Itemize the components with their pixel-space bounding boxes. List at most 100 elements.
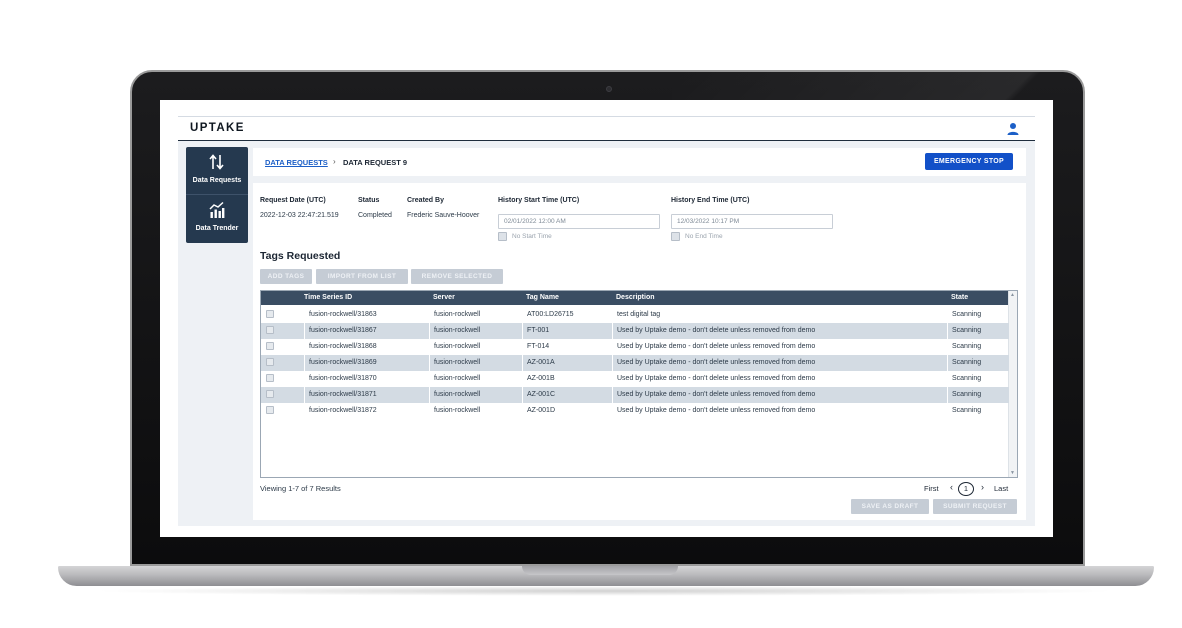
request-details-card: Request Date (UTC) 2022-12-03 22:47:21.5… bbox=[253, 183, 1026, 520]
cell-description: Used by Uptake demo - don't delete unles… bbox=[612, 403, 815, 419]
cell-description: Used by Uptake demo - don't delete unles… bbox=[612, 355, 815, 371]
row-checkbox[interactable] bbox=[266, 310, 274, 318]
laptop-base-notch bbox=[522, 566, 678, 575]
column-header-state[interactable]: State bbox=[951, 294, 968, 301]
request-date-value: 2022-12-03 22:47:21.519 bbox=[260, 212, 339, 219]
cell-state: Scanning bbox=[947, 355, 981, 371]
cell-description: Used by Uptake demo - don't delete unles… bbox=[612, 371, 815, 387]
cell-time-series-id: fusion-rockwell/31863 bbox=[304, 307, 377, 323]
table-row[interactable]: fusion-rockwell/31867 fusion-rockwell FT-0… bbox=[261, 323, 1009, 339]
remove-selected-button[interactable]: REMOVE SELECTED bbox=[411, 269, 503, 284]
cell-server: fusion-rockwell bbox=[429, 307, 480, 323]
request-date-label: Request Date (UTC) bbox=[260, 197, 326, 204]
column-header-server[interactable]: Server bbox=[433, 294, 455, 301]
table-row[interactable]: fusion-rockwell/31868 fusion-rockwell FT-0… bbox=[261, 339, 1009, 355]
emergency-stop-button[interactable]: EMERGENCY STOP bbox=[925, 153, 1013, 170]
chart-trend-icon bbox=[209, 201, 225, 218]
cell-server: fusion-rockwell bbox=[429, 323, 480, 339]
import-from-list-button[interactable]: IMPORT FROM LIST bbox=[316, 269, 408, 284]
row-checkbox[interactable] bbox=[266, 374, 274, 382]
table-row[interactable]: fusion-rockwell/31871 fusion-rockwell AZ-0… bbox=[261, 387, 1009, 403]
cell-time-series-id: fusion-rockwell/31869 bbox=[304, 355, 377, 371]
save-as-draft-button[interactable]: SAVE AS DRAFT bbox=[851, 499, 929, 514]
arrows-up-down-icon bbox=[209, 154, 224, 170]
row-checkbox[interactable] bbox=[266, 326, 274, 334]
sidebar-item-data-requests[interactable]: Data Requests bbox=[186, 147, 248, 195]
cell-server: fusion-rockwell bbox=[429, 371, 480, 387]
cell-server: fusion-rockwell bbox=[429, 339, 480, 355]
table-header: Time Series ID Server Tag Name Descripti… bbox=[261, 291, 1009, 305]
cell-tag-name: AZ-001C bbox=[522, 387, 555, 403]
table-scrollbar[interactable]: ▲ ▼ bbox=[1008, 291, 1017, 477]
cell-tag-name: AT00:LD26715 bbox=[522, 307, 574, 323]
row-checkbox[interactable] bbox=[266, 358, 274, 366]
breadcrumb-link-data-requests[interactable]: DATA REQUESTS bbox=[265, 158, 328, 167]
created-by-value: Frederic Sauve-Hoover bbox=[407, 212, 480, 219]
tags-table: Time Series ID Server Tag Name Descripti… bbox=[260, 290, 1018, 478]
cell-server: fusion-rockwell bbox=[429, 355, 480, 371]
row-checkbox[interactable] bbox=[266, 406, 274, 414]
cell-description: Used by Uptake demo - don't delete unles… bbox=[612, 387, 815, 403]
laptop-shadow bbox=[90, 586, 1120, 596]
cell-description: Used by Uptake demo - don't delete unles… bbox=[612, 323, 815, 339]
column-header-tag-name[interactable]: Tag Name bbox=[526, 294, 559, 301]
table-row[interactable]: fusion-rockwell/31869 fusion-rockwell AZ-0… bbox=[261, 355, 1009, 371]
cell-tag-name: AZ-001D bbox=[522, 403, 555, 419]
cell-description: Used by Uptake demo - don't delete unles… bbox=[612, 339, 815, 355]
row-checkbox[interactable] bbox=[266, 390, 274, 398]
user-icon[interactable] bbox=[1006, 122, 1020, 136]
table-row[interactable]: fusion-rockwell/31870 fusion-rockwell AZ-0… bbox=[261, 371, 1009, 387]
status-value: Completed bbox=[358, 212, 392, 219]
chevron-right-icon[interactable]: › bbox=[981, 482, 984, 492]
cell-description: test digital tag bbox=[612, 307, 660, 323]
history-end-label: History End Time (UTC) bbox=[671, 197, 750, 204]
page-title: DATA REQUEST 9 bbox=[343, 158, 408, 167]
pagination-last[interactable]: Last bbox=[994, 484, 1008, 493]
sidebar-item-label: Data Requests bbox=[192, 177, 242, 184]
cell-state: Scanning bbox=[947, 339, 981, 355]
scroll-down-arrow-icon[interactable]: ▼ bbox=[1010, 470, 1015, 476]
cell-tag-name: AZ-001B bbox=[522, 371, 555, 387]
history-end-input[interactable]: 12/03/2022 10:17 PM bbox=[671, 214, 833, 229]
pagination-page-current[interactable]: 1 bbox=[958, 482, 974, 496]
row-checkbox[interactable] bbox=[266, 342, 274, 350]
column-header-description[interactable]: Description bbox=[616, 294, 655, 301]
scroll-up-arrow-icon[interactable]: ▲ bbox=[1010, 292, 1015, 298]
breadcrumb: DATA REQUESTS › DATA REQUEST 9 EMERGENCY… bbox=[253, 148, 1026, 176]
cell-time-series-id: fusion-rockwell/31871 bbox=[304, 387, 377, 403]
cell-state: Scanning bbox=[947, 403, 981, 419]
no-start-time-checkbox[interactable] bbox=[498, 232, 507, 241]
sidebar-item-label: Data Trender bbox=[195, 225, 239, 232]
cell-state: Scanning bbox=[947, 307, 981, 323]
no-end-time-checkbox[interactable] bbox=[671, 232, 680, 241]
created-by-label: Created By bbox=[407, 197, 444, 204]
no-end-time-label: No End Time bbox=[685, 233, 723, 240]
status-label: Status bbox=[358, 197, 380, 204]
no-start-time-label: No Start Time bbox=[512, 233, 552, 240]
cell-tag-name: FT-001 bbox=[522, 323, 549, 339]
chevron-left-icon[interactable]: ‹ bbox=[950, 482, 953, 492]
uptake-logo: UPTAKE bbox=[190, 122, 245, 134]
pagination-first[interactable]: First bbox=[924, 484, 939, 493]
table-row[interactable]: fusion-rockwell/31872 fusion-rockwell AZ-0… bbox=[261, 403, 1009, 419]
cell-time-series-id: fusion-rockwell/31868 bbox=[304, 339, 377, 355]
results-count: Viewing 1-7 of 7 Results bbox=[260, 484, 341, 493]
cell-time-series-id: fusion-rockwell/31870 bbox=[304, 371, 377, 387]
chevron-right-icon: › bbox=[333, 157, 336, 166]
cell-server: fusion-rockwell bbox=[429, 403, 480, 419]
history-start-input[interactable]: 02/01/2022 12:00 AM bbox=[498, 214, 660, 229]
cell-state: Scanning bbox=[947, 387, 981, 403]
cell-server: fusion-rockwell bbox=[429, 387, 480, 403]
cell-tag-name: AZ-001A bbox=[522, 355, 555, 371]
column-header-time-series-id[interactable]: Time Series ID bbox=[304, 294, 352, 301]
add-tags-button[interactable]: ADD TAGS bbox=[260, 269, 312, 284]
webcam bbox=[606, 86, 612, 92]
laptop-screen: UPTAKE Data Requests Data Trender DATA R… bbox=[160, 100, 1053, 537]
history-start-label: History Start Time (UTC) bbox=[498, 197, 580, 204]
submit-request-button[interactable]: SUBMIT REQUEST bbox=[933, 499, 1017, 514]
sidebar-item-data-trender[interactable]: Data Trender bbox=[186, 195, 248, 243]
table-row[interactable]: fusion-rockwell/31863 fusion-rockwell AT00… bbox=[261, 307, 1009, 323]
cell-state: Scanning bbox=[947, 371, 981, 387]
top-bar: UPTAKE bbox=[178, 116, 1035, 141]
pagination: First ‹ 1 › Last bbox=[924, 482, 1016, 496]
